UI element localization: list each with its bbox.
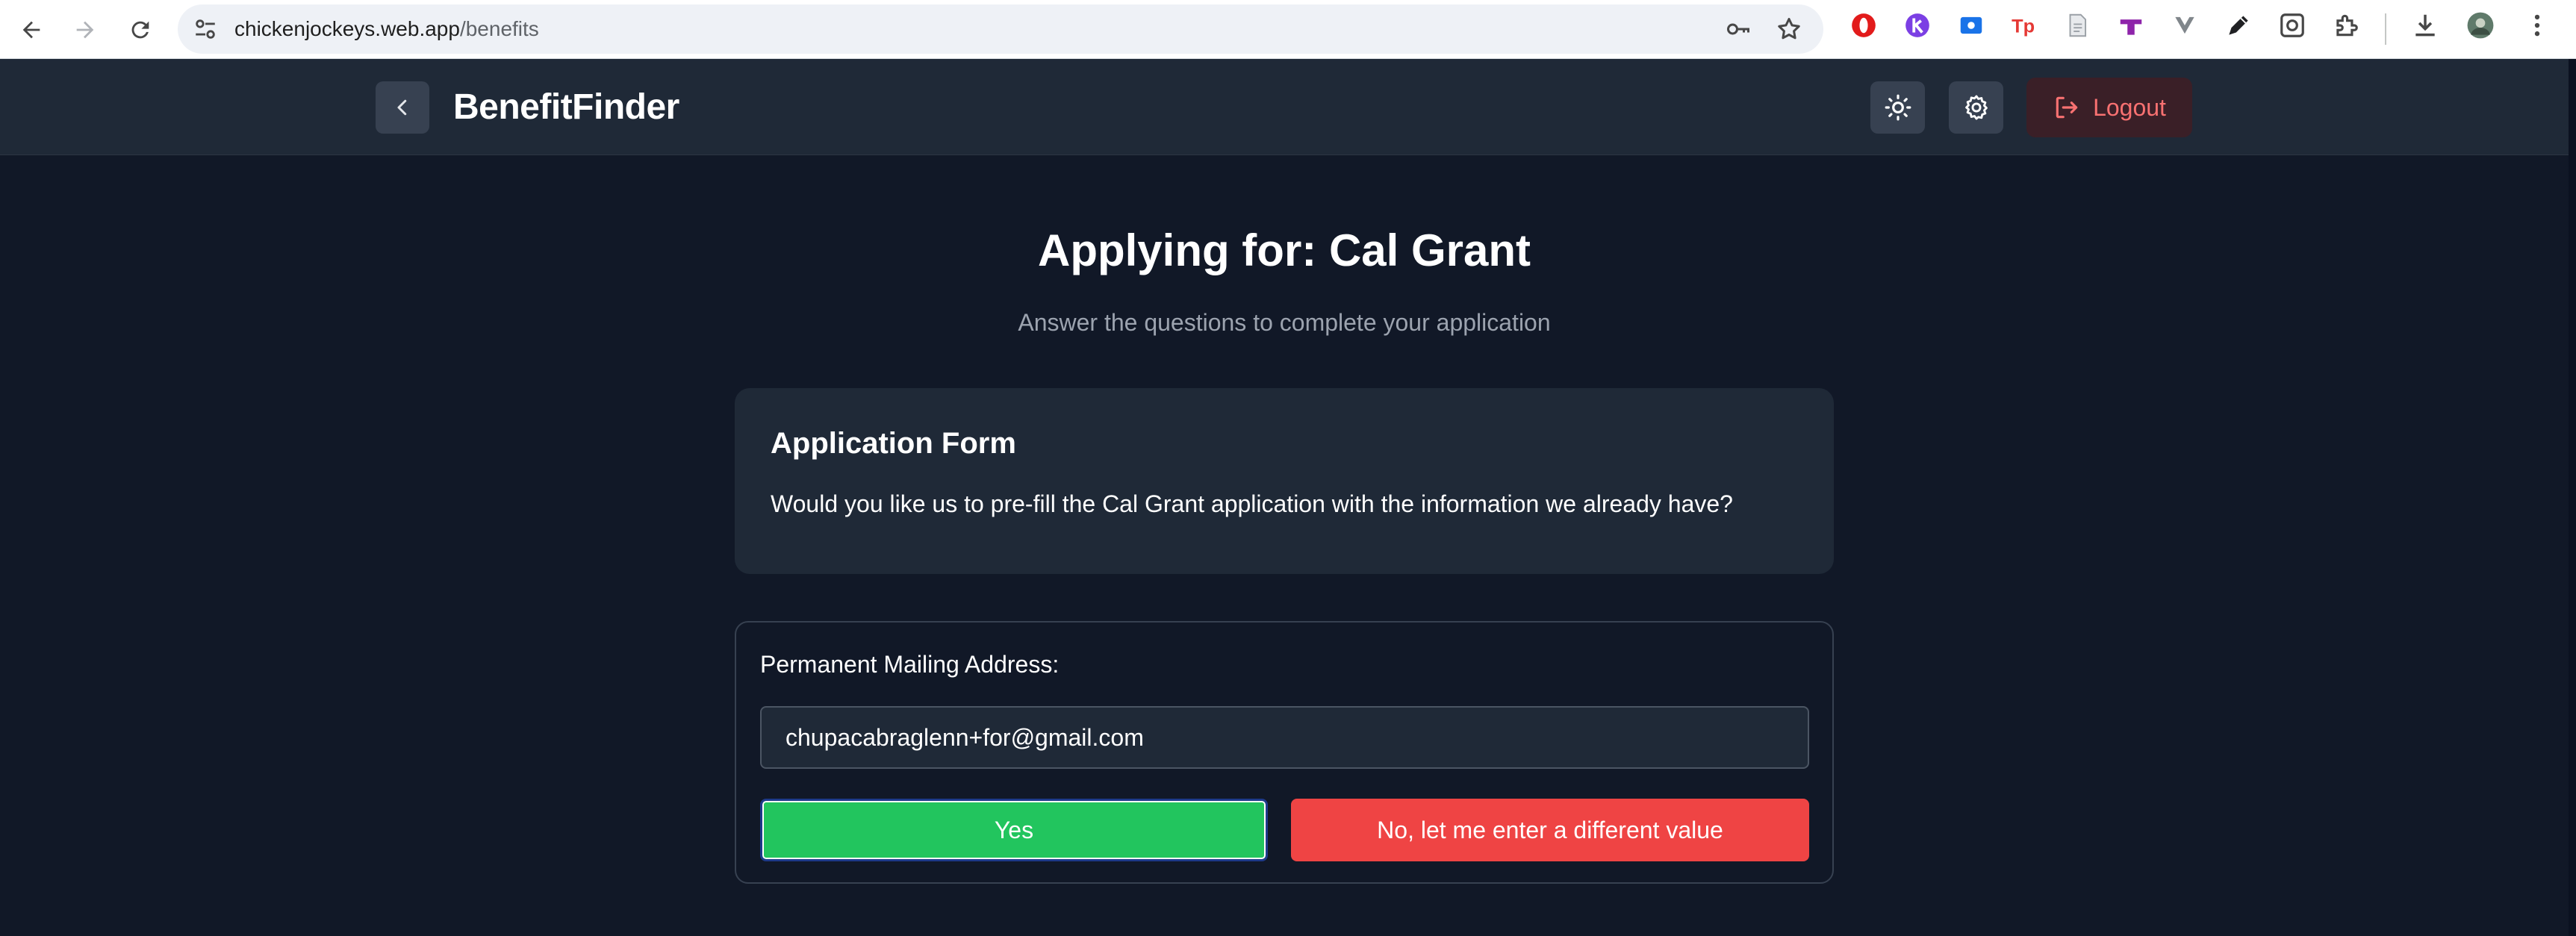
back-button[interactable] (376, 81, 429, 134)
v-extension-icon[interactable] (2170, 10, 2200, 40)
app-header: BenefitFinder Logout (0, 59, 2576, 155)
theme-toggle-button[interactable] (1870, 81, 1925, 134)
opera-extension-icon[interactable] (1849, 10, 1879, 40)
logout-button[interactable]: Logout (2026, 78, 2192, 137)
star-icon[interactable] (1774, 14, 1804, 44)
puzzle-icon[interactable] (2331, 10, 2361, 40)
yes-button[interactable]: Yes (760, 799, 1268, 861)
url-text[interactable]: chickenjockeys.web.app/benefits (234, 4, 539, 54)
enter-different-value-button[interactable]: No, let me enter a different value (1291, 799, 1809, 861)
form-card-question: Would you like us to pre-fill the Cal Gr… (771, 490, 1733, 517)
key-icon[interactable] (1723, 14, 1753, 44)
chevron-left-icon (397, 99, 407, 116)
tp-extension-text: Tp (2012, 16, 2035, 37)
more-vert-icon[interactable] (2522, 10, 2552, 40)
mailing-address-label: Permanent Mailing Address: (760, 651, 1060, 678)
brand-title[interactable]: BenefitFinder (453, 86, 679, 129)
page-edge (2569, 59, 2576, 936)
sun-icon (1885, 94, 1911, 121)
prefill-field-card: Permanent Mailing Address: Yes No, let m… (735, 621, 1834, 884)
gear-icon (1964, 95, 1988, 120)
logout-icon (2056, 96, 2078, 119)
k-extension-icon[interactable] (1903, 10, 1932, 40)
address-bar[interactable]: chickenjockeys.web.app/benefits (178, 4, 1823, 54)
settings-button[interactable] (1949, 81, 2003, 134)
page-subtitle: Answer the questions to complete your ap… (1018, 309, 1551, 336)
tp-extension-icon[interactable]: Tp (2009, 10, 2038, 40)
pen-extension-icon[interactable] (2224, 10, 2253, 40)
browser-toolbar: chickenjockeys.web.app/benefits Tp (0, 0, 2576, 59)
back-arrow-icon[interactable] (7, 9, 55, 51)
tune-icon[interactable] (190, 13, 221, 45)
reload-icon[interactable] (116, 9, 164, 51)
url-host: chickenjockeys.web.app (234, 17, 460, 40)
url-path: /benefits (459, 17, 539, 40)
forward-arrow-icon[interactable] (61, 9, 109, 51)
avatar[interactable] (2465, 10, 2495, 40)
document-extension-icon[interactable] (2062, 10, 2092, 40)
page-title: Applying for: Cal Grant (1038, 225, 1531, 275)
screen-extension-icon[interactable] (1956, 10, 1986, 40)
application-form-card: Application Form Would you like us to pr… (735, 388, 1834, 574)
toolbar-divider (2385, 13, 2386, 45)
form-card-title: Application Form (771, 427, 1016, 460)
download-icon[interactable] (2410, 10, 2440, 40)
logout-label: Logout (2093, 93, 2166, 121)
image-extension-icon[interactable] (2277, 10, 2307, 40)
mailing-address-input[interactable] (760, 706, 1809, 769)
t-extension-icon[interactable] (2116, 10, 2146, 40)
